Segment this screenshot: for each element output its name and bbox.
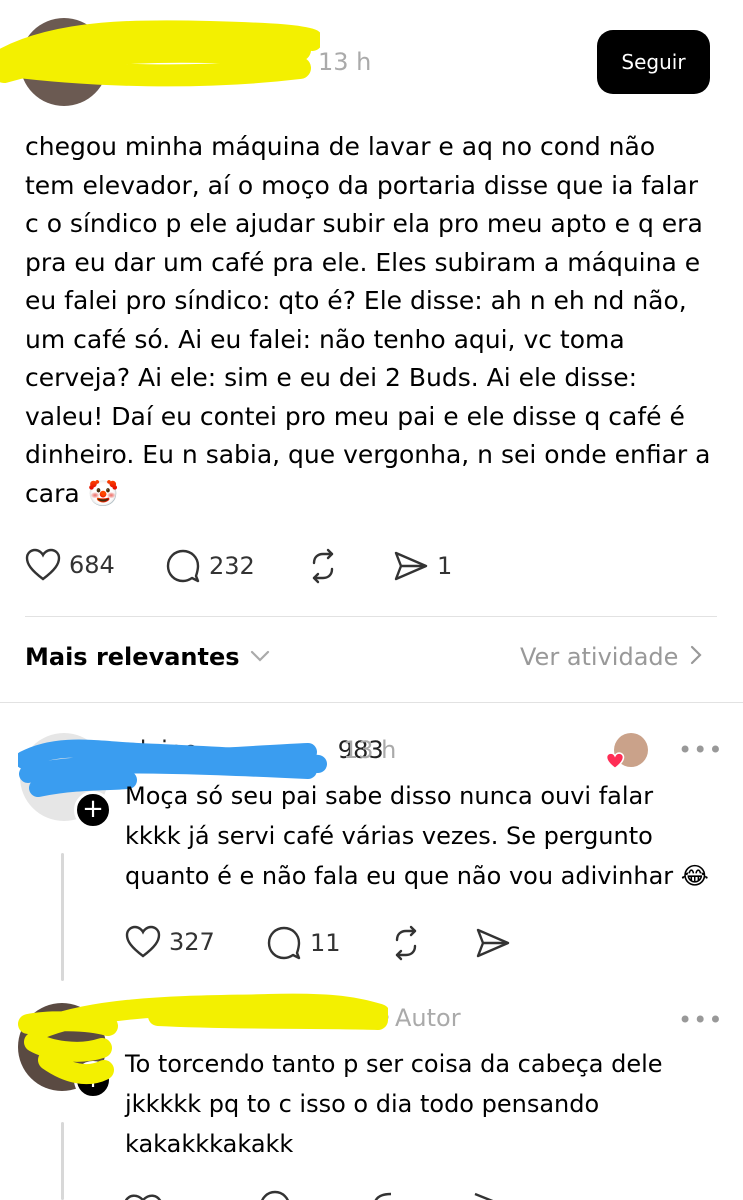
share-icon xyxy=(475,925,511,961)
chevron-down-icon xyxy=(250,648,270,667)
liked-heart-icon xyxy=(605,752,625,774)
post-text: chegou minha máquina de lavar e aq no co… xyxy=(25,132,711,508)
more-icon[interactable]: ••• xyxy=(678,736,723,764)
post-author-avatar[interactable] xyxy=(20,18,108,106)
chevron-right-icon xyxy=(690,645,702,669)
divider xyxy=(25,616,717,617)
reply-share-button[interactable] xyxy=(475,925,511,961)
repost-icon xyxy=(388,925,424,961)
share-count: 1 xyxy=(437,552,453,580)
comment-count: 232 xyxy=(209,552,255,580)
thread-line xyxy=(61,1122,64,1200)
thread-line xyxy=(61,853,64,981)
follow-button[interactable]: Seguir xyxy=(597,30,710,94)
comment-button[interactable]: 232 xyxy=(165,548,255,584)
view-activity-link[interactable]: Ver atividade xyxy=(520,643,702,671)
repost-button[interactable] xyxy=(305,548,341,584)
comment-icon xyxy=(165,548,201,584)
reply-actions-cutoff xyxy=(125,1188,525,1200)
sort-dropdown[interactable]: Mais relevantes xyxy=(25,643,270,671)
share-button[interactable]: 1 xyxy=(393,548,452,584)
like-button[interactable]: 684 xyxy=(25,548,115,582)
share-icon xyxy=(393,548,429,584)
reply-repost-button[interactable] xyxy=(388,925,424,961)
reply-time: 13 h xyxy=(343,736,397,764)
reply-text: Moça só seu pai sabe disso nunca ouvi fa… xyxy=(125,782,709,890)
reply-comment-button[interactable]: 11 xyxy=(266,925,341,961)
divider xyxy=(0,702,743,703)
reply-like-button[interactable]: 327 xyxy=(125,925,215,959)
reply-comment-count: 11 xyxy=(310,929,341,957)
follow-plus-icon[interactable]: + xyxy=(74,1061,112,1099)
sort-label: Mais relevantes xyxy=(25,643,240,671)
view-activity-label: Ver atividade xyxy=(520,643,679,671)
heart-icon xyxy=(25,548,61,582)
repost-icon xyxy=(305,548,341,584)
heart-icon xyxy=(125,925,161,959)
more-icon[interactable]: ••• xyxy=(678,1006,723,1034)
author-badge: Autor xyxy=(395,1004,461,1032)
post-time: 13 h xyxy=(318,48,372,76)
reply-like-count: 327 xyxy=(169,928,215,956)
reply-text: To torcendo tanto p ser coisa da cabeça … xyxy=(125,1050,663,1158)
like-count: 684 xyxy=(69,551,115,579)
follow-plus-icon[interactable]: + xyxy=(74,791,112,829)
comment-icon xyxy=(266,925,302,961)
author-badge-dot: • xyxy=(378,1004,393,1032)
